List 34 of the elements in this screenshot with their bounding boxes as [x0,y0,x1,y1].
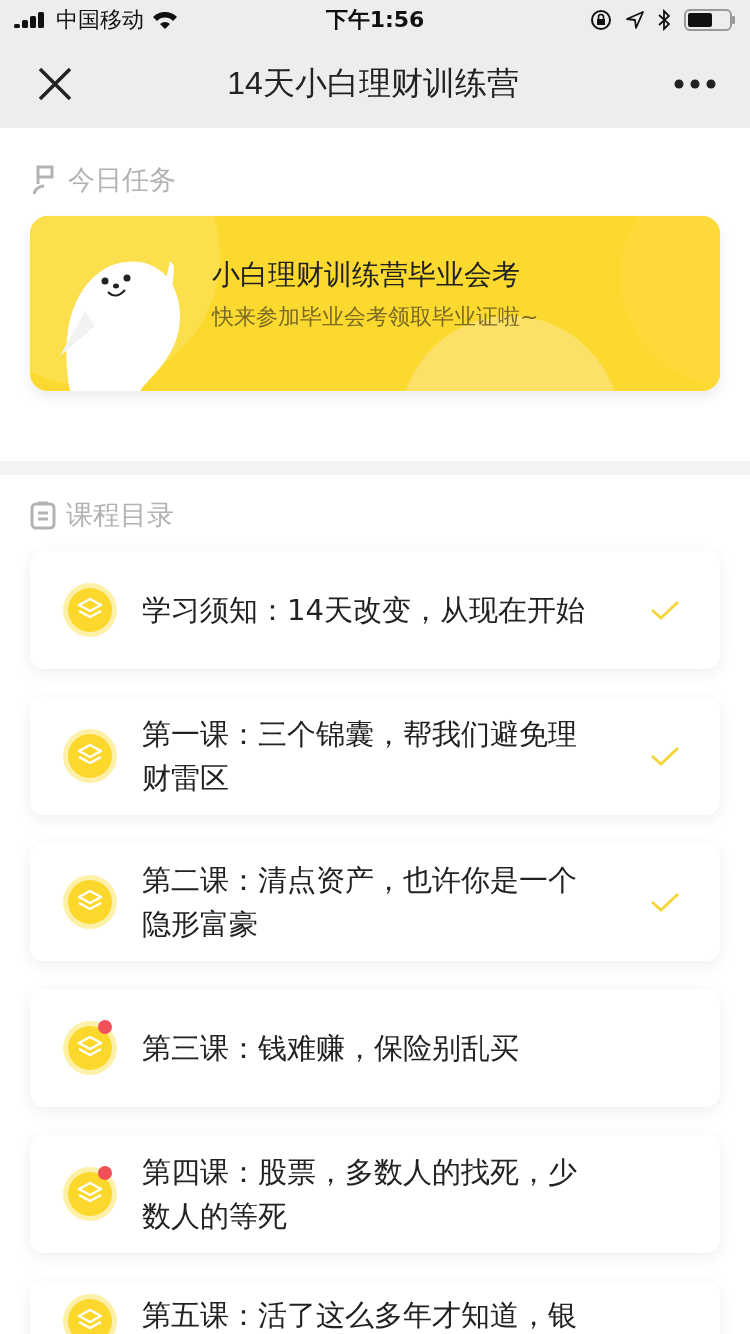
banner-subtitle: 快来参加毕业会考领取毕业证啦~ [212,302,539,331]
layers-icon [62,1166,118,1222]
lesson-title: 第三课：钱难赚，保险别乱买 [142,1030,520,1067]
section-heading: 课程目录 [66,498,174,532]
layers-icon [62,874,118,930]
banner-title: 小白理财训练营毕业会考 [212,256,521,293]
layers-icon [62,728,118,784]
layers-icon [62,1020,118,1076]
close-icon[interactable] [38,67,72,101]
lesson-title: 学习须知：14天改变，从现在开始 [142,592,586,629]
battery-icon [684,9,736,31]
page-title: 14天小白理财训练营 [226,64,520,103]
lesson-title: 第二课：清点资产，也许你是一个隐形富豪 [142,862,578,943]
layers-icon [62,582,118,638]
rotation-lock-icon [590,9,612,31]
more-icon[interactable] [674,79,716,89]
carrier-name: 中国移动 [56,6,144,34]
lesson-title: 第五课：活了这么多年才知道，银 [142,1297,578,1334]
lesson-title: 第一课：三个锦囊，帮我们避免理财雷区 [142,716,578,797]
lesson-card[interactable]: 第四课：股票，多数人的找死，少数人的等死 [30,1135,720,1253]
exam-banner[interactable]: 小白理财训练营毕业会考 快来参加毕业会考领取毕业证啦~ [30,216,720,391]
lesson-card[interactable]: 学习须知：14天改变，从现在开始 [30,551,720,669]
location-icon [626,11,644,29]
bluetooth-icon [658,9,670,31]
lesson-title: 第四课：股票，多数人的找死，少数人的等死 [142,1154,578,1235]
clipboard-icon [30,500,56,530]
status-time: 下午1:56 [325,6,425,34]
lesson-card[interactable]: 第五课：活了这么多年才知道，银 [30,1281,720,1334]
layers-icon [62,1293,118,1334]
lesson-card[interactable]: 第一课：三个锦囊，帮我们避免理财雷区 [30,697,720,815]
section-heading: 今日任务 [68,163,176,197]
lesson-card[interactable]: 第三课：钱难赚，保险别乱买 [30,989,720,1107]
lesson-card[interactable]: 第二课：清点资产，也许你是一个隐形富豪 [30,843,720,961]
wifi-icon [152,10,178,30]
